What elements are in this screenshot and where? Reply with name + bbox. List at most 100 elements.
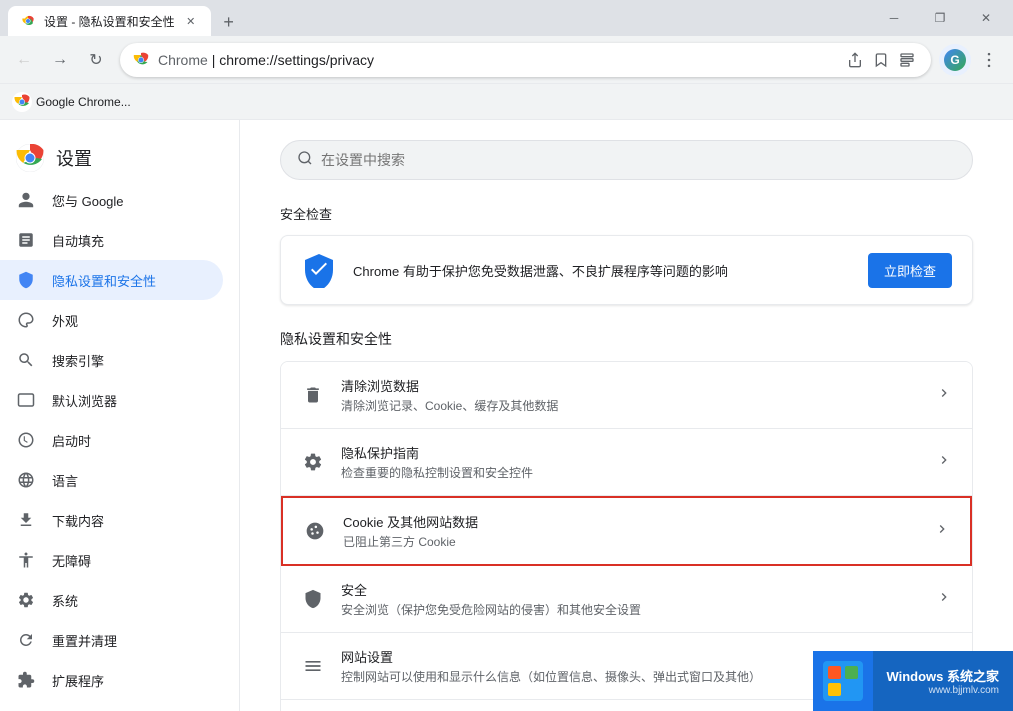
sidebar-search-engine-icon xyxy=(16,350,36,370)
omnibox-url-chrome: Chrome xyxy=(158,52,208,68)
sidebar-language-label: 语言 xyxy=(52,471,78,490)
omnibox-container: Chrome | chrome://settings/privacy xyxy=(120,43,931,77)
app-label[interactable]: Google Chrome... xyxy=(36,95,131,109)
sidebar-item-reset[interactable]: 重置并清理 xyxy=(0,620,223,660)
privacy-privacy-guide-title: 隐私保护指南 xyxy=(341,443,920,462)
check-now-button[interactable]: 立即检查 xyxy=(868,253,952,288)
privacy-security-title: 安全 xyxy=(341,580,920,599)
sidebar-default-browser-icon xyxy=(16,390,36,410)
share-icon[interactable] xyxy=(843,48,867,72)
search-container xyxy=(280,140,973,180)
privacy-clear-browsing-arrow xyxy=(936,385,952,406)
refresh-button[interactable]: ↻ xyxy=(80,44,112,76)
sidebar-extensions-label: 扩展程序 xyxy=(52,671,104,690)
browser-window: 设置 - 隐私设置和安全性 ✕ + ─ ❐ ✕ ← → ↻ xyxy=(0,0,1013,711)
sidebar-item-default-browser[interactable]: 默认浏览器 xyxy=(0,380,223,420)
tab-favicon xyxy=(20,13,36,29)
sidebar-privacy-label: 隐私设置和安全性 xyxy=(52,271,156,290)
profile-button[interactable]: G xyxy=(939,44,971,76)
profile-avatar: G xyxy=(944,49,966,71)
window-controls: ─ ❐ ✕ xyxy=(871,6,1013,36)
bookmark-icon[interactable] xyxy=(869,48,893,72)
privacy-cookies-content: Cookie 及其他网站数据 已阻止第三方 Cookie xyxy=(343,512,918,550)
active-tab[interactable]: 设置 - 隐私设置和安全性 ✕ xyxy=(8,6,211,36)
privacy-item-privacy-guide[interactable]: 隐私保护指南 检查重要的隐私控制设置和安全控件 xyxy=(281,429,972,496)
security-check-title: 安全检查 xyxy=(280,204,973,223)
privacy-item-clear-browsing[interactable]: 清除浏览数据 清除浏览记录、Cookie、缓存及其他数据 xyxy=(281,362,972,429)
sidebar-appearance-label: 外观 xyxy=(52,311,78,330)
sidebar-reset-label: 重置并清理 xyxy=(52,631,117,650)
watermark-site: Windows 系统之家 xyxy=(886,666,999,685)
sidebar-system-icon xyxy=(16,590,36,610)
sidebar-item-accessibility[interactable]: 无障碍 xyxy=(0,540,223,580)
sidebar-reset-icon xyxy=(16,630,36,650)
restore-button[interactable]: ❐ xyxy=(917,3,963,33)
sidebar-item-system[interactable]: 系统 xyxy=(0,580,223,620)
sidebar-item-appearance[interactable]: 外观 xyxy=(0,300,223,340)
sidebar-system-label: 系统 xyxy=(52,591,78,610)
security-check-description: Chrome 有助于保护您免受数据泄露、不良扩展程序等问题的影响 xyxy=(353,261,852,280)
privacy-cookies-icon xyxy=(303,519,327,543)
privacy-privacy-guide-icon xyxy=(301,450,325,474)
sidebar-item-language[interactable]: 语言 xyxy=(0,460,223,500)
privacy-item-security[interactable]: 安全 安全浏览（保护您免受危险网站的侵害）和其他安全设置 xyxy=(281,566,972,633)
sidebar-item-startup[interactable]: 启动时 xyxy=(0,420,223,460)
search-box[interactable] xyxy=(280,140,973,180)
privacy-cookies-title: Cookie 及其他网站数据 xyxy=(343,512,918,531)
navigation-bar: ← → ↻ Chrome xyxy=(0,36,1013,84)
toolbar-right: G xyxy=(939,44,1005,76)
chrome-logo xyxy=(16,144,44,172)
sidebar-item-autofill[interactable]: 自动填充 xyxy=(0,220,223,260)
sidebar: 设置 您与 Google 自动填充 隐私设置和安全性 外观 搜索引擎 默认浏览器… xyxy=(0,120,240,711)
minimize-button[interactable]: ─ xyxy=(871,3,917,33)
sidebar-item-extensions[interactable]: 扩展程序 xyxy=(0,660,223,700)
sidebar-google-account-label: 您与 Google xyxy=(52,191,124,210)
omnibox-url-path: chrome://settings/privacy xyxy=(219,52,374,68)
privacy-item-cookies[interactable]: Cookie 及其他网站数据 已阻止第三方 Cookie xyxy=(281,496,972,566)
sidebar-item-google-account[interactable]: 您与 Google xyxy=(0,180,223,220)
sidebar-item-search-engine[interactable]: 搜索引擎 xyxy=(0,340,223,380)
tab-close-button[interactable]: ✕ xyxy=(183,13,199,29)
sidebar-privacy-icon xyxy=(16,270,36,290)
privacy-site-settings-icon xyxy=(301,654,325,678)
sidebar-search-engine-label: 搜索引擎 xyxy=(52,351,104,370)
privacy-security-icon xyxy=(301,587,325,611)
omnibox-url[interactable]: Chrome | chrome://settings/privacy xyxy=(158,52,835,68)
search-input[interactable] xyxy=(321,152,956,168)
sidebar-autofill-label: 自动填充 xyxy=(52,231,104,250)
sidebar-startup-label: 启动时 xyxy=(52,431,91,450)
sidebar-item-privacy[interactable]: 隐私设置和安全性 xyxy=(0,260,223,300)
main-content: 安全检查 Chrome 有助于保护您免受数据泄露、不良扩展程序等问题的影响 立即… xyxy=(240,120,1013,711)
privacy-privacy-guide-arrow xyxy=(936,452,952,473)
sidebar-accessibility-label: 无障碍 xyxy=(52,551,91,570)
sidebar-items: 您与 Google 自动填充 隐私设置和安全性 外观 搜索引擎 默认浏览器 启动… xyxy=(0,180,239,700)
sidebar-header: 设置 xyxy=(0,128,239,180)
tab-search-icon[interactable] xyxy=(895,48,919,72)
sidebar-startup-icon xyxy=(16,430,36,450)
forward-button[interactable]: → xyxy=(44,44,76,76)
privacy-privacy-guide-content: 隐私保护指南 检查重要的隐私控制设置和安全控件 xyxy=(341,443,920,481)
app-favicon xyxy=(12,92,32,112)
sidebar-extensions-icon xyxy=(16,670,36,690)
sidebar-item-downloads[interactable]: 下载内容 xyxy=(0,500,223,540)
privacy-cookies-arrow xyxy=(934,521,950,542)
privacy-security-desc: 安全浏览（保护您免受危险网站的侵害）和其他安全设置 xyxy=(341,601,920,618)
privacy-security-arrow xyxy=(936,589,952,610)
privacy-section-title: 隐私设置和安全性 xyxy=(280,329,973,349)
tab-area: 设置 - 隐私设置和安全性 ✕ + xyxy=(0,6,871,36)
menu-button[interactable] xyxy=(973,44,1005,76)
privacy-clear-browsing-desc: 清除浏览记录、Cookie、缓存及其他数据 xyxy=(341,397,920,414)
sidebar-default-browser-label: 默认浏览器 xyxy=(52,391,117,410)
omnibox[interactable]: Chrome | chrome://settings/privacy xyxy=(120,43,931,77)
new-tab-button[interactable]: + xyxy=(215,8,243,36)
sidebar-downloads-label: 下载内容 xyxy=(52,511,104,530)
close-button[interactable]: ✕ xyxy=(963,3,1009,33)
privacy-clear-browsing-title: 清除浏览数据 xyxy=(341,376,920,395)
back-button[interactable]: ← xyxy=(8,44,40,76)
omnibox-icons xyxy=(843,48,919,72)
sidebar-accessibility-icon xyxy=(16,550,36,570)
privacy-cookies-desc: 已阻止第三方 Cookie xyxy=(343,533,918,550)
sidebar-title: 设置 xyxy=(56,145,92,171)
privacy-security-content: 安全 安全浏览（保护您免受危险网站的侵害）和其他安全设置 xyxy=(341,580,920,618)
settings-page: 设置 您与 Google 自动填充 隐私设置和安全性 外观 搜索引擎 默认浏览器… xyxy=(0,120,1013,711)
